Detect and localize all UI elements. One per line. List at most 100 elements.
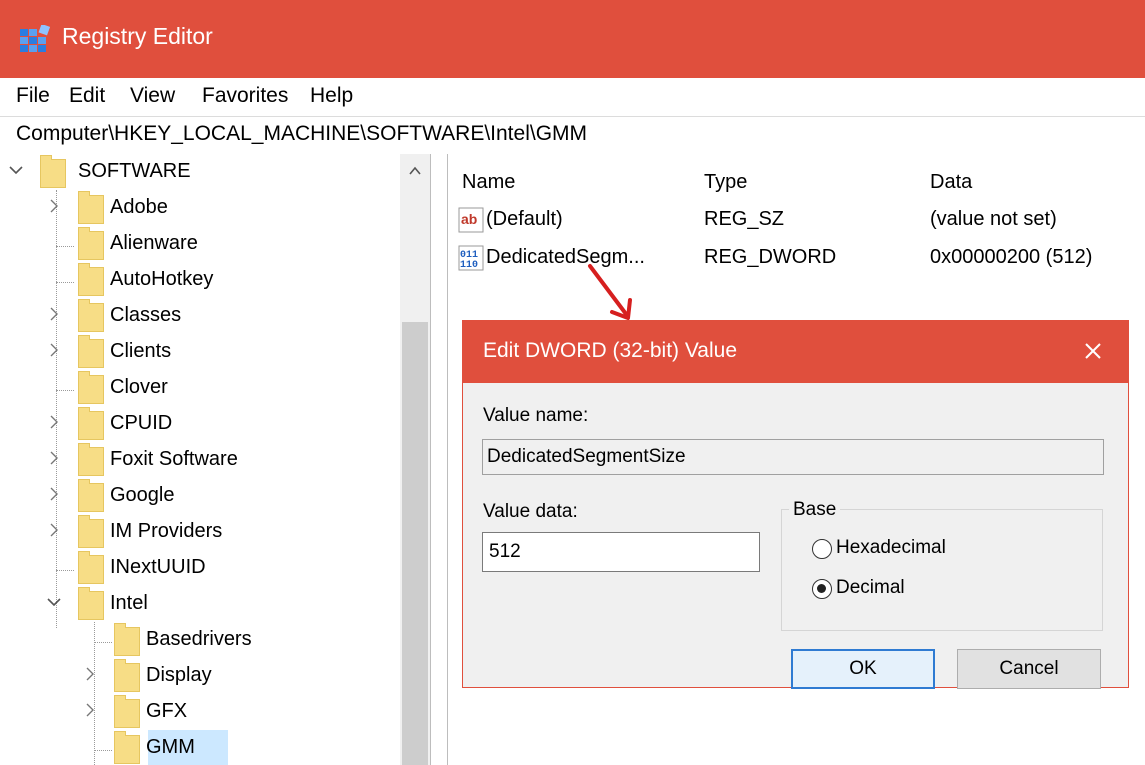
chevron-right-icon[interactable] <box>46 306 62 322</box>
binary-value-icon: 011 110 <box>458 245 484 271</box>
tree-item-adobe[interactable]: Adobe <box>0 191 400 228</box>
tree-connector <box>56 390 74 391</box>
folder-icon <box>114 659 140 692</box>
tree-item-cpuid[interactable]: CPUID <box>0 407 400 444</box>
close-icon[interactable] <box>1079 337 1107 365</box>
chevron-down-icon[interactable] <box>46 594 62 610</box>
tree-item-software[interactable]: SOFTWARE <box>0 155 400 192</box>
svg-text:110: 110 <box>460 260 478 271</box>
string-value-icon: ab <box>458 207 484 233</box>
cancel-button[interactable]: Cancel <box>957 649 1101 689</box>
folder-icon <box>78 263 104 296</box>
tree-connector <box>56 570 74 571</box>
registry-key-tree: SOFTWARE Adobe Alienware AutoHotkey Clas… <box>0 154 430 765</box>
tree-item-gfx[interactable]: GFX <box>0 695 400 732</box>
chevron-right-icon[interactable] <box>46 414 62 430</box>
tree-item-label: Alienware <box>110 232 198 254</box>
value-name: (Default) <box>486 208 563 230</box>
folder-icon <box>114 623 140 656</box>
value-data: 0x00000200 (512) <box>930 246 1093 268</box>
list-item[interactable]: ab (Default) REG_SZ (value not set) <box>458 206 1138 240</box>
tree-item-label: INextUUID <box>110 556 206 578</box>
tree-item-google[interactable]: Google <box>0 479 400 516</box>
radio-button[interactable] <box>812 539 832 559</box>
base-group-label: Base <box>789 499 841 521</box>
menu-edit[interactable]: Edit <box>69 84 105 108</box>
tree-item-intel[interactable]: Intel <box>0 587 400 624</box>
chevron-right-icon[interactable] <box>46 198 62 214</box>
folder-icon <box>78 479 104 512</box>
address-bar[interactable]: Computer\HKEY_LOCAL_MACHINE\SOFTWARE\Int… <box>0 116 1145 155</box>
svg-text:ab: ab <box>461 211 477 227</box>
tree-item-label: GFX <box>146 700 188 722</box>
folder-icon <box>114 731 140 764</box>
folder-icon <box>78 371 104 404</box>
tree-connector <box>94 642 112 643</box>
chevron-right-icon[interactable] <box>46 486 62 502</box>
folder-icon <box>78 299 104 332</box>
radio-label: Hexadecimal <box>836 537 946 558</box>
tree-item-clover[interactable]: Clover <box>0 371 400 408</box>
value-data: (value not set) <box>930 208 1057 230</box>
value-name-field[interactable] <box>482 439 1104 475</box>
chevron-right-icon[interactable] <box>46 342 62 358</box>
folder-icon <box>78 335 104 368</box>
annotation-arrow-icon <box>588 264 632 320</box>
column-header-type[interactable]: Type <box>704 171 747 194</box>
tree-connector <box>94 750 112 751</box>
tree-item-im-providers[interactable]: IM Providers <box>0 515 400 552</box>
scroll-up-icon[interactable] <box>406 162 424 180</box>
list-item[interactable]: 011 110 DedicatedSegm... REG_DWORD 0x000… <box>458 244 1138 278</box>
tree-item-classes[interactable]: Classes <box>0 299 400 336</box>
tree-item-foxit-software[interactable]: Foxit Software <box>0 443 400 480</box>
tree-item-label: Basedrivers <box>146 628 252 650</box>
tree-item-label: Foxit Software <box>110 448 238 470</box>
tree-item-label: AutoHotkey <box>110 268 214 290</box>
menu-help[interactable]: Help <box>310 84 353 108</box>
value-type: REG_SZ <box>704 208 785 230</box>
chevron-right-icon[interactable] <box>46 450 62 466</box>
tree-item-basedrivers[interactable]: Basedrivers <box>0 623 400 660</box>
menu-file[interactable]: File <box>16 84 50 108</box>
folder-icon <box>78 515 104 548</box>
radio-label: Decimal <box>836 577 905 598</box>
column-header-name[interactable]: Name <box>462 171 515 194</box>
tree-item-autohotkey[interactable]: AutoHotkey <box>0 263 400 300</box>
chevron-right-icon[interactable] <box>82 666 98 682</box>
pane-splitter[interactable] <box>430 154 448 765</box>
tree-item-inextuuid[interactable]: INextUUID <box>0 551 400 588</box>
folder-icon <box>78 227 104 260</box>
menu-bar: File Edit View Favorites Help <box>0 78 1145 116</box>
tree-item-label: Clover <box>110 376 168 398</box>
tree-item-label: Classes <box>110 304 182 326</box>
base-group <box>781 509 1103 631</box>
dialog-title: Edit DWORD (32-bit) Value <box>483 339 738 362</box>
tree-item-gmm[interactable]: GMM <box>0 731 400 765</box>
folder-icon <box>40 155 66 188</box>
column-header-data[interactable]: Data <box>930 171 972 194</box>
tree-item-alienware[interactable]: Alienware <box>0 227 400 264</box>
folder-icon <box>114 695 140 728</box>
menu-view[interactable]: View <box>130 84 175 108</box>
tree-item-clients[interactable]: Clients <box>0 335 400 372</box>
address-path[interactable]: Computer\HKEY_LOCAL_MACHINE\SOFTWARE\Int… <box>16 122 587 146</box>
chevron-down-icon[interactable] <box>8 162 24 178</box>
tree-item-label: Clients <box>110 340 172 362</box>
ok-button[interactable]: OK <box>791 649 935 689</box>
edit-dword-dialog: Edit DWORD (32-bit) Value Value name: Va… <box>462 320 1129 689</box>
value-type: REG_DWORD <box>704 246 837 268</box>
value-data-input[interactable] <box>482 532 760 572</box>
tree-item-display[interactable]: Display <box>0 659 400 696</box>
tree-item-label: Intel <box>110 592 148 614</box>
tree-item-label: IM Providers <box>110 520 223 542</box>
tree-item-label: Google <box>110 484 175 506</box>
chevron-right-icon[interactable] <box>46 522 62 538</box>
chevron-right-icon[interactable] <box>82 702 98 718</box>
radio-selected-dot <box>817 584 826 593</box>
radio-button[interactable] <box>812 579 832 599</box>
tree-item-label: CPUID <box>110 412 173 434</box>
value-name-label: Value name: <box>483 405 589 426</box>
menu-favorites[interactable]: Favorites <box>202 84 288 108</box>
tree-scrollbar-thumb[interactable] <box>402 322 428 765</box>
tree-connector <box>56 282 74 283</box>
